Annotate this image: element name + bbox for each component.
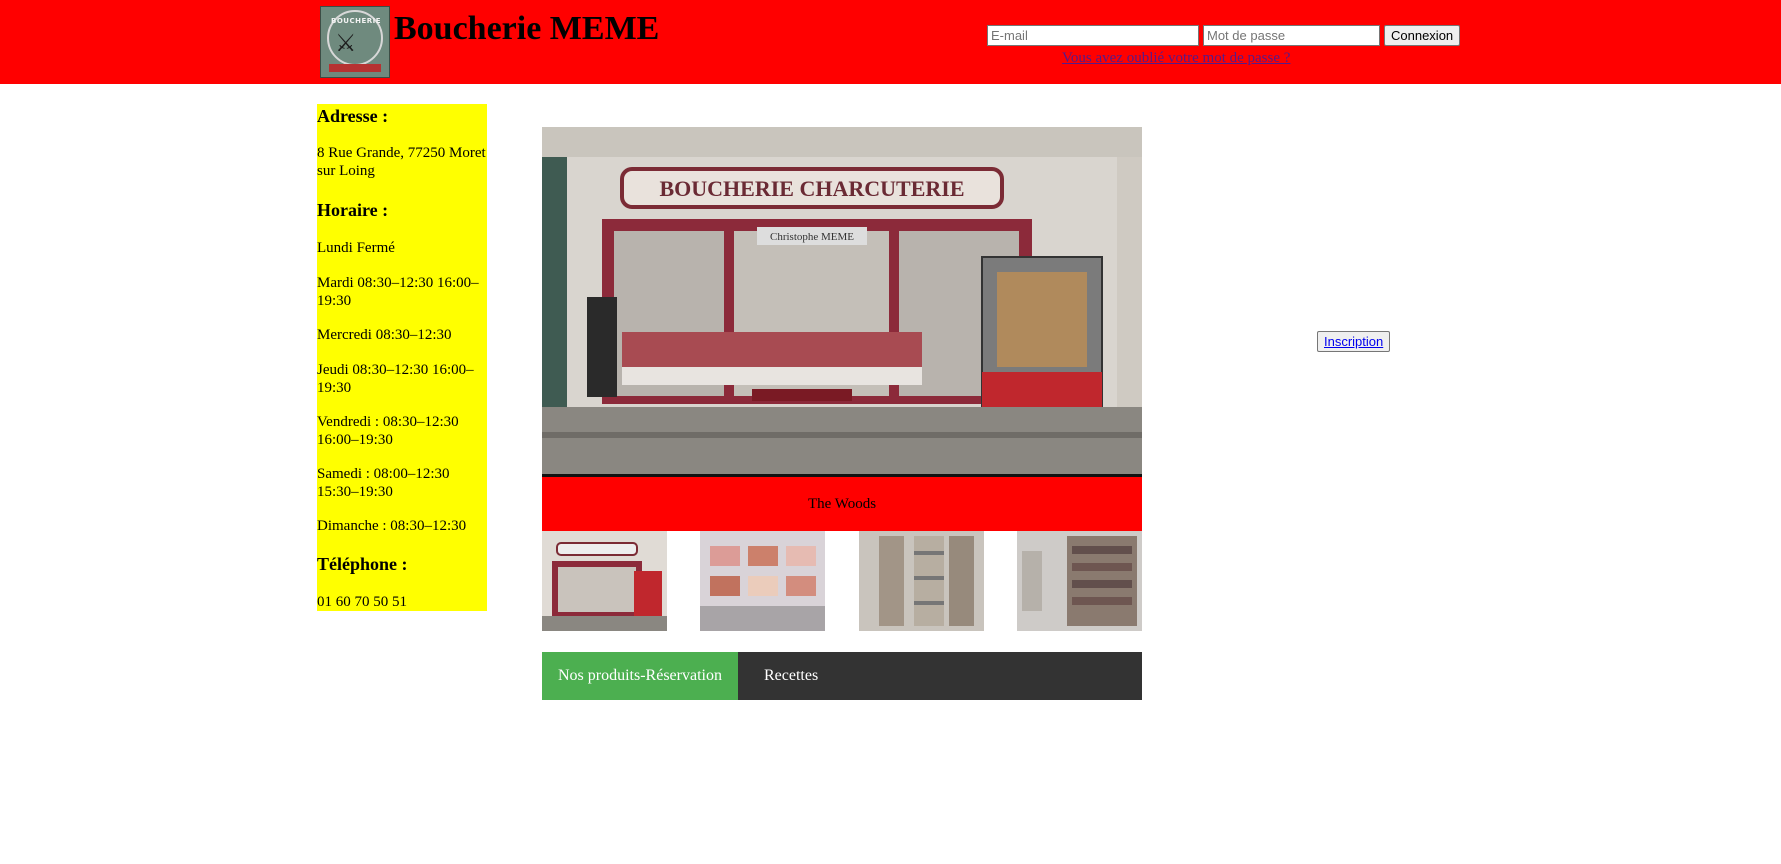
address-text: 8 Rue Grande, 77250 Moret sur Loing (317, 145, 486, 179)
door-text: Christophe MEME (770, 231, 854, 243)
slide-caption: The Woods (542, 477, 1142, 531)
hours-wednesday: Mercredi 08:30–12:30 (317, 327, 452, 343)
thumbnail-wine-shelf[interactable] (1017, 531, 1142, 631)
thumbnail-grocery-shelf[interactable] (859, 531, 984, 631)
hours-saturday: Samedi : 08:00–12:30 15:30–19:30 (317, 466, 450, 500)
nav-item-recipes[interactable]: Recettes (748, 652, 834, 700)
site-title: Boucherie MEME (394, 10, 660, 47)
hours-heading: Horaire : (317, 200, 389, 220)
info-sidebar: Adresse : 8 Rue Grande, 77250 Moret sur … (317, 104, 487, 611)
login-button[interactable]: Connexion (1384, 25, 1461, 46)
forgot-password-link[interactable]: Vous avez oublié votre mot de passe ? (1062, 50, 1290, 67)
site-logo: BOUCHERIE ⚔ (320, 6, 390, 78)
logo-text: BOUCHERIE (331, 17, 382, 25)
crossed-knives-icon: ⚔ (335, 29, 357, 57)
hours-tuesday: Mardi 08:30–12:30 16:00–19:30 (317, 275, 479, 309)
slideshow-image: BOUCHERIE CHARCUTERIE Christophe MEME (542, 127, 1142, 477)
phone-heading: Téléphone : (317, 554, 408, 574)
hours-sunday: Dimanche : 08:30–12:30 (317, 518, 467, 534)
password-field[interactable] (1203, 25, 1380, 46)
address-heading: Adresse : (317, 106, 389, 126)
shop-front-photo: BOUCHERIE CHARCUTERIE Christophe MEME (542, 127, 1142, 477)
thumbnail-meat-counter[interactable] (700, 531, 825, 631)
thumbnail-shop-front[interactable] (542, 531, 667, 631)
signup-button[interactable]: Inscription (1317, 331, 1391, 352)
site-header: BOUCHERIE ⚔ Boucherie MEME Connexion Vou… (0, 0, 1781, 84)
email-field[interactable] (987, 25, 1199, 46)
hours-monday: Lundi Fermé (317, 240, 395, 256)
shop-sign-text: BOUCHERIE CHARCUTERIE (660, 176, 965, 201)
signup-label: Inscription (1324, 334, 1384, 349)
nav-item-products[interactable]: Nos produits-Réservation (542, 652, 738, 700)
main-nav: Nos produits-Réservation Recettes (542, 652, 1142, 700)
hours-friday: Vendredi : 08:30–12:30 16:00–19:30 (317, 414, 459, 448)
hours-thursday: Jeudi 08:30–12:30 16:00–19:30 (317, 362, 474, 396)
phone-number: 01 60 70 50 51 (317, 594, 407, 610)
logo-banner (329, 64, 381, 72)
